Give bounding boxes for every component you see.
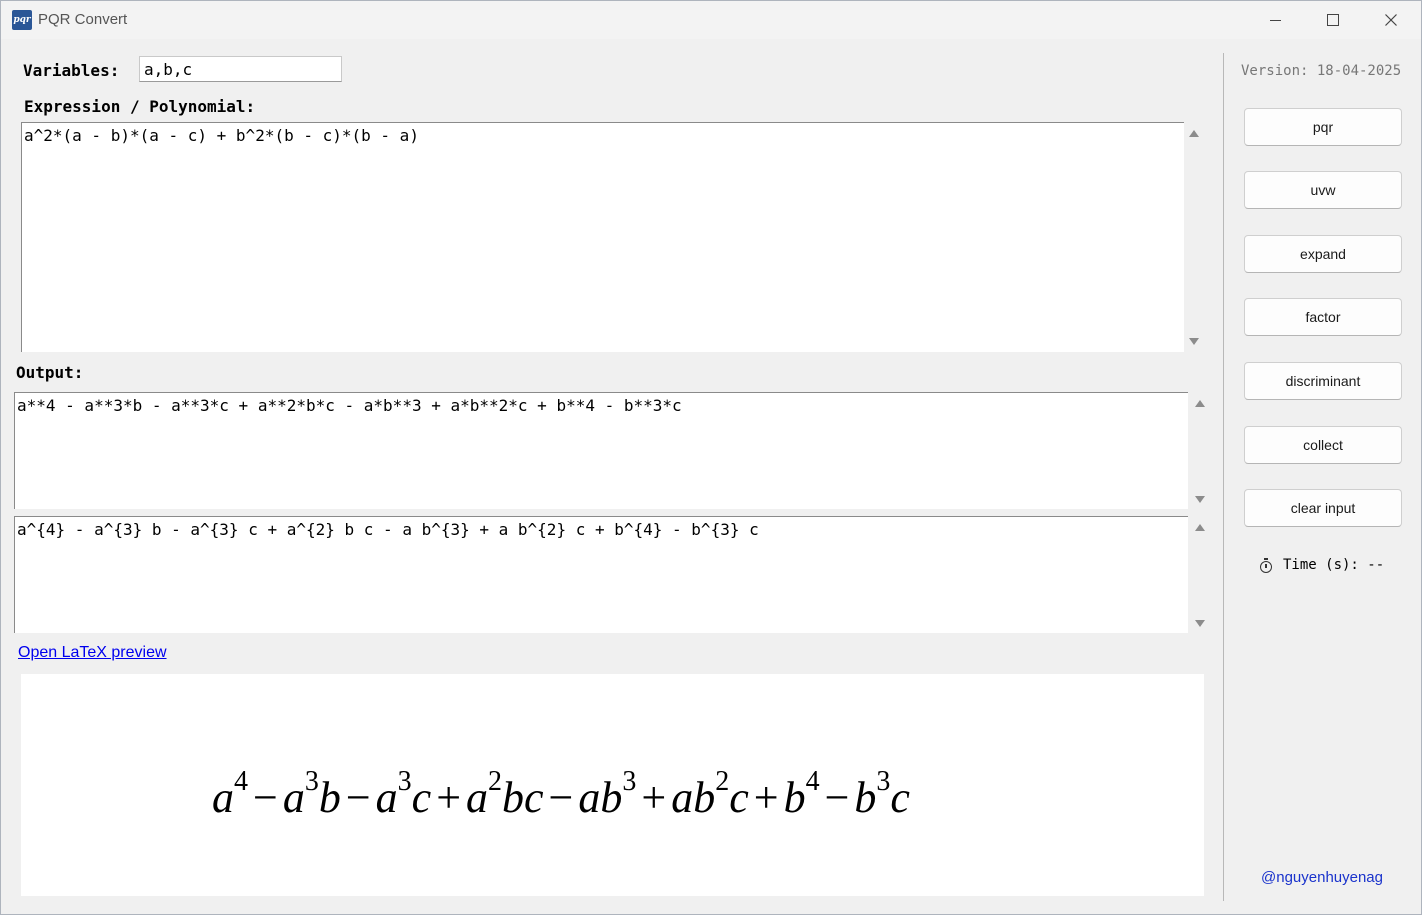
formula-term-base: a (212, 773, 234, 822)
clear-input-button[interactable]: clear input (1244, 489, 1402, 527)
expression-scrollbar[interactable] (1185, 122, 1203, 352)
expression-label: Expression / Polynomial: (24, 97, 256, 116)
minimize-icon (1269, 19, 1281, 21)
latex-preview-panel: a4− a3b − a3c + a2bc − ab3 + ab2c + b4− b3c (21, 674, 1204, 896)
formula-operator: + (641, 773, 667, 822)
formula-term-base: b (783, 773, 806, 822)
formula-operator: − (548, 773, 574, 822)
formula-term-tail: c (411, 773, 432, 822)
output-latex-scrollbar[interactable] (1191, 516, 1209, 633)
scroll-up-icon[interactable] (1195, 400, 1205, 407)
formula-operator: − (345, 773, 371, 822)
formula-exponent: 4 (234, 766, 248, 797)
scroll-up-icon[interactable] (1189, 130, 1199, 137)
maximize-button[interactable] (1304, 1, 1362, 39)
output-python-textarea[interactable]: a**4 - a**3*b - a**3*c + a**2*b*c - a*b*… (14, 392, 1188, 509)
close-button[interactable] (1362, 1, 1420, 39)
timer-label: Time (s): -- (1283, 557, 1385, 573)
formula-term-base: a (282, 773, 305, 822)
maximize-icon (1327, 14, 1339, 26)
expression-textarea[interactable]: a^2*(a - b)*(a - c) + b^2*(b - c)*(b - a… (21, 122, 1184, 352)
close-icon (1385, 14, 1397, 26)
formula-term-tail: bc (502, 773, 544, 822)
variables-label: Variables: (23, 61, 120, 80)
scroll-down-icon[interactable] (1189, 338, 1199, 345)
output-label: Output: (16, 363, 84, 382)
minimize-button[interactable] (1246, 1, 1304, 39)
app-window: pqr PQR Convert Variables: a,b,c Express… (0, 0, 1422, 915)
formula-term-base: a (375, 773, 398, 822)
app-icon: pqr (12, 10, 32, 30)
formula-exponent: 3 (304, 766, 319, 797)
scroll-down-icon[interactable] (1195, 496, 1205, 503)
version-label: Version: 18-04-2025 (1241, 63, 1402, 79)
formula-term-tail: c (890, 773, 910, 822)
formula-term-base: b (854, 773, 877, 822)
output-latex-textarea[interactable]: a^{4} - a^{3} b - a^{3} c + a^{2} b c - … (14, 516, 1188, 633)
formula-exponent: 3 (876, 766, 891, 797)
formula-term-tail: b (318, 773, 341, 822)
formula-term-base: ab (671, 773, 716, 822)
scroll-up-icon[interactable] (1195, 524, 1205, 531)
formula-term-base: a (466, 773, 489, 822)
output-python-scrollbar[interactable] (1191, 392, 1209, 509)
author-credit: @nguyenhuyenag (1261, 869, 1383, 886)
pqr-button[interactable]: pqr (1244, 108, 1402, 146)
factor-button[interactable]: factor (1244, 298, 1402, 336)
timer-display: Time (s): -- (1259, 557, 1384, 573)
open-latex-preview-link[interactable]: Open LaTeX preview (18, 644, 167, 662)
collect-button[interactable]: collect (1244, 426, 1402, 464)
formula-exponent: 4 (805, 766, 820, 797)
variables-input[interactable]: a,b,c (139, 56, 342, 82)
expand-button[interactable]: expand (1244, 235, 1402, 273)
title-bar: pqr PQR Convert (1, 1, 1421, 39)
formula-exponent: 2 (488, 766, 503, 797)
formula-exponent: 2 (715, 766, 730, 797)
formula-operator: − (824, 773, 850, 822)
rendered-formula: a4− a3b − a3c + a2bc − ab3 + ab2c + b4− b3c (212, 766, 910, 823)
formula-operator: + (753, 773, 779, 822)
uvw-button[interactable]: uvw (1244, 171, 1402, 209)
formula-operator: + (436, 773, 462, 822)
stopwatch-icon (1259, 558, 1273, 573)
formula-exponent: 3 (397, 766, 412, 797)
formula-exponent: 3 (622, 766, 637, 797)
scroll-down-icon[interactable] (1195, 620, 1205, 627)
formula-term-base: ab (578, 773, 623, 822)
formula-term-tail: c (729, 773, 749, 822)
panel-divider (1223, 53, 1224, 901)
window-title: PQR Convert (38, 11, 128, 28)
formula-operator: − (253, 773, 278, 822)
discriminant-button[interactable]: discriminant (1244, 362, 1402, 400)
